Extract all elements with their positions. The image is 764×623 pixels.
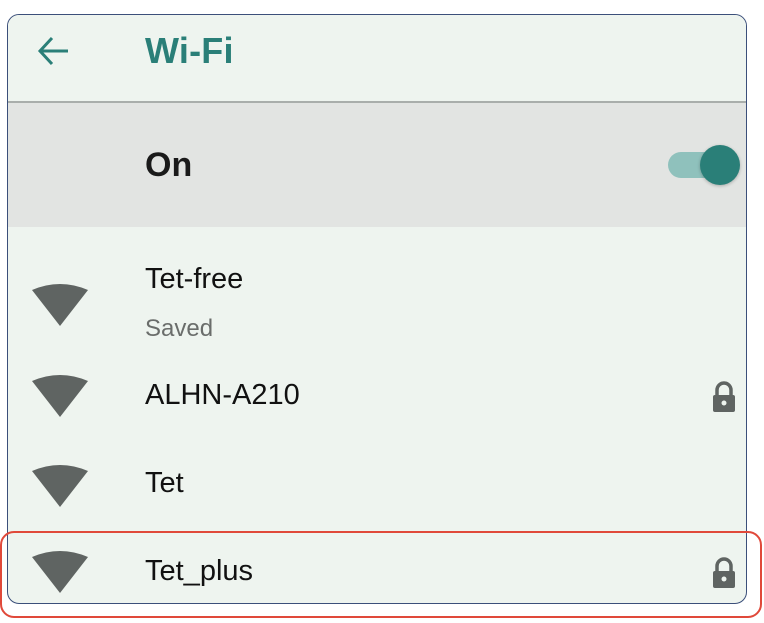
arrow-left-icon: [37, 36, 68, 66]
network-item-alhn-a210[interactable]: ALHN-A210: [8, 357, 746, 443]
network-item-tet-plus[interactable]: Tet_plus: [8, 533, 746, 603]
wifi-settings-screen: Wi-Fi On Tet-free Saved ALHN-A210 Tet Te…: [7, 14, 747, 604]
app-bar: Wi-Fi: [8, 15, 746, 103]
lock-icon: [713, 381, 735, 412]
network-name: Tet-free: [145, 263, 244, 295]
toggle-thumb: [700, 145, 740, 185]
network-name: Tet: [145, 467, 184, 499]
network-name: Tet_plus: [145, 555, 254, 587]
network-item-tet[interactable]: Tet: [8, 443, 746, 533]
wifi-signal-icon: [32, 465, 88, 507]
wifi-signal-icon: [32, 551, 88, 593]
wifi-signal-icon: [32, 375, 88, 417]
wifi-master-switch-label: On: [145, 146, 193, 184]
network-name: ALHN-A210: [145, 379, 300, 411]
wifi-master-switch-row[interactable]: On: [8, 103, 746, 227]
network-status: Saved: [145, 315, 214, 342]
wifi-toggle-switch[interactable]: [668, 145, 740, 185]
back-button[interactable]: [26, 23, 82, 79]
lock-icon: [713, 557, 735, 588]
wifi-signal-icon: [32, 284, 88, 326]
network-item-tet-free[interactable]: Tet-free Saved: [8, 227, 746, 357]
page-title: Wi-Fi: [145, 30, 234, 71]
